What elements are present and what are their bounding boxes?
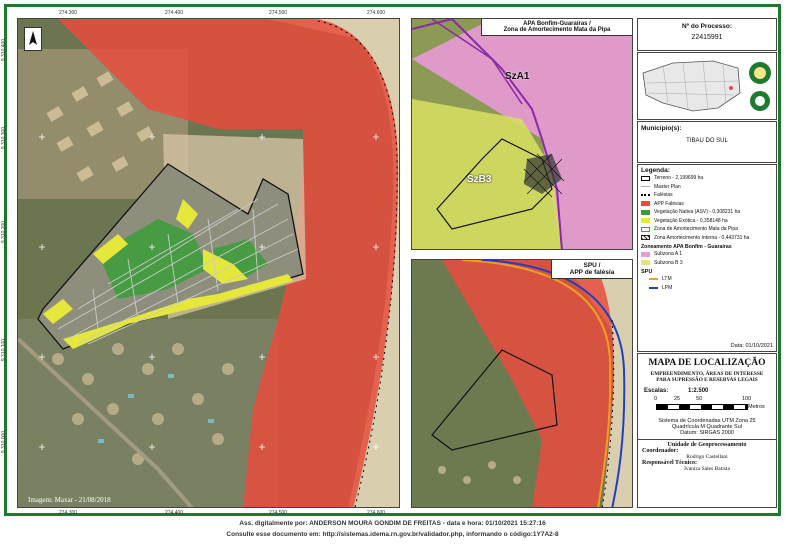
municipality-value: TIBAU DO SUL	[686, 138, 728, 144]
signature-line: Ass. digitalmente por: ANDERSON MOURA GO…	[239, 520, 546, 527]
scale-row: Escalas: 1:2.500	[644, 388, 776, 394]
map-date: Data: 01/10/2021	[730, 343, 773, 349]
legend-items: Terreno - 2,199699 ha Master Plan Falési…	[641, 174, 773, 242]
map-sheet-frame: Imagem: Maxar - 21/08/2018 274.300 274.4…	[1, 4, 781, 516]
legend-item: Terreno - 2,199699 ha	[641, 174, 773, 183]
validation-line: Consulte esse documento em: http://siste…	[226, 531, 559, 538]
legend-swatch	[641, 235, 650, 241]
scale-bar: 0 25 50 100 Metros	[654, 396, 765, 410]
legend-swatch	[649, 278, 658, 281]
legend-swatch	[641, 175, 650, 181]
label-sza1: SzA1	[505, 71, 530, 82]
inset-apa-graphic	[412, 19, 632, 249]
legend-swatch	[641, 251, 650, 257]
y-tick: 9.310.200	[1, 220, 8, 244]
legend-swatch	[641, 194, 650, 197]
legend-item: Zona de Amortecimento Mata da Pipa	[641, 225, 773, 234]
legend-swatch	[641, 186, 650, 188]
legend-swatch	[641, 209, 650, 215]
x-tick: 274.300	[59, 10, 78, 16]
inset-apa-title: APA Bonfim-Guaraíras / Zona de Amortecim…	[481, 19, 632, 36]
inset-spu-title: SPU / APP de falésia	[551, 260, 632, 279]
legend-box: Legenda: Terreno - 2,199699 ha Master Pl…	[637, 164, 777, 352]
title-block: MAPA DE LOCALIZAÇÃO EMPREENDIMENTO, ÁREA…	[637, 353, 777, 508]
legend-item: Falésias	[641, 191, 773, 200]
legend-swatch	[641, 218, 650, 224]
municipality-label: Município(s):	[641, 125, 682, 132]
x-tick: 274.600	[367, 510, 386, 516]
inset-map-apa[interactable]: APA Bonfim-Guaraíras / Zona de Amortecim…	[411, 18, 633, 250]
process-label: Nº do Processo:	[681, 23, 733, 30]
legend-item: Master Plan	[641, 183, 773, 192]
x-tick: 274.400	[165, 510, 184, 516]
legend-swatch	[641, 201, 650, 207]
y-tick: 9.310.400	[1, 38, 8, 62]
spu-item: LPM	[641, 284, 773, 293]
main-map[interactable]: Imagem: Maxar - 21/08/2018	[17, 18, 400, 508]
inset-spu-graphic	[412, 260, 632, 507]
legend-item: APP Falésias	[641, 200, 773, 209]
legend-item: Zona Amortecimento Interna - 0,443731 ha	[641, 234, 773, 243]
technician-name: Ivaniza Sales Batista	[684, 466, 730, 472]
x-tick: 274.500	[269, 10, 288, 16]
zoning-item: Subzona B 3	[641, 259, 773, 268]
state-overview-box	[637, 52, 777, 120]
x-tick: 274.400	[165, 10, 184, 16]
spu-item: LTM	[641, 275, 773, 284]
municipality-box: Município(s): TIBAU DO SUL	[637, 121, 777, 163]
legend-swatch	[641, 260, 650, 266]
north-arrow-icon	[24, 27, 42, 51]
sidebar: Nº do Processo: 22415991 Município(s): T…	[637, 18, 777, 508]
crs-line: Datum: SIRGAS 2000	[680, 430, 734, 436]
state-overview-map	[642, 60, 771, 112]
map-subtitle: EMPREENDIMENTO, ÁREAS DE INTERESSE PARA …	[650, 371, 764, 383]
scale-label: Escalas:	[644, 388, 669, 394]
inset-map-spu[interactable]: SPU / APP de falésia	[411, 259, 633, 508]
legend-title: Legenda:	[641, 167, 670, 174]
x-tick: 274.300	[59, 510, 78, 516]
scale-value: 1:2.500	[688, 388, 709, 394]
main-map-graphic	[18, 19, 399, 507]
y-tick: 9.310.100	[1, 338, 8, 362]
process-box: Nº do Processo: 22415991	[637, 18, 777, 51]
x-tick: 274.600	[367, 10, 386, 16]
legend-item: Vegetação Exótica - 0,358148 ha	[641, 217, 773, 226]
y-tick: 9.310.000	[1, 430, 8, 454]
label-szb3: SzB3	[467, 174, 492, 185]
zoning-item: Subzona A 1	[641, 250, 773, 259]
process-number: 22415991	[691, 34, 723, 41]
legend-swatch	[641, 226, 650, 232]
legend-item: Vegetação Nativa (ASV) - 0,308231 ha	[641, 208, 773, 217]
imagery-credit: Imagem: Maxar - 21/08/2018	[28, 496, 111, 504]
legend-swatch	[649, 286, 658, 289]
map-title: MAPA DE LOCALIZAÇÃO	[648, 358, 766, 368]
y-tick: 9.310.300	[1, 126, 8, 150]
x-tick: 274.500	[269, 510, 288, 516]
